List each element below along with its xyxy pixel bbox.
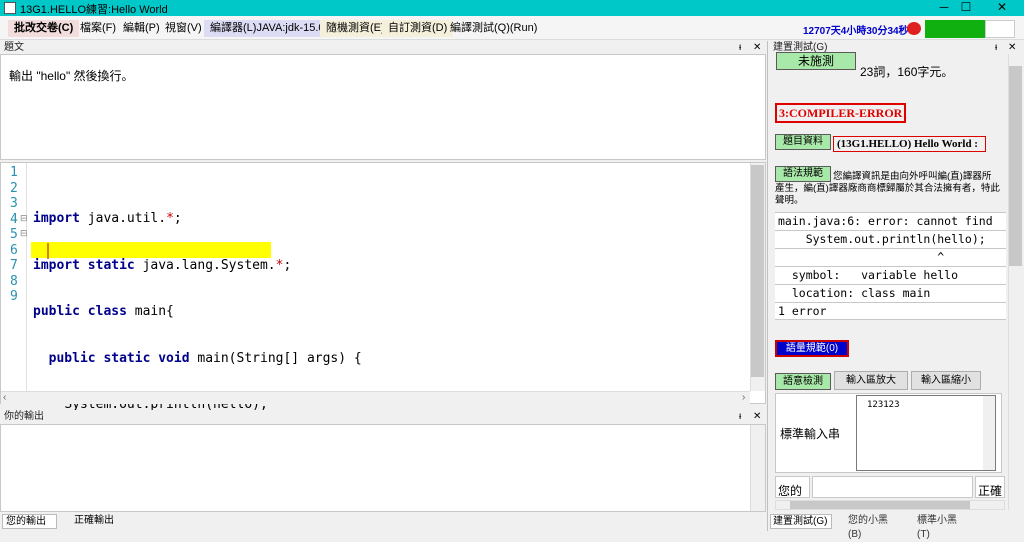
code-text: main(String[] args) { xyxy=(189,350,362,366)
scroll-left-icon[interactable]: ‹ xyxy=(3,392,6,403)
tab-label: 標準小黑(T) xyxy=(917,515,957,540)
progress-track xyxy=(985,20,1015,38)
red-apple-icon xyxy=(907,22,921,35)
line-number: 5 xyxy=(10,227,18,242)
pin-icon[interactable]: ᵼ xyxy=(995,41,997,54)
menu-compile-test[interactable]: 編譯測試(Q)(Run) xyxy=(444,20,543,37)
window-title: 13G1.HELLO練習:Hello World xyxy=(20,4,168,16)
close-icon[interactable]: ✕ xyxy=(1008,41,1016,54)
line-numbers: 1 2 3 4 5 6 7 8 9 xyxy=(10,165,18,305)
code-text: * xyxy=(166,211,174,226)
semantic-check-button[interactable]: 語意檢測 xyxy=(775,373,831,390)
error-line: 1 error xyxy=(775,302,1006,320)
scroll-thumb[interactable] xyxy=(1009,66,1022,266)
gutter-divider xyxy=(26,163,27,391)
error-line: main.java:6: error: cannot find xyxy=(775,212,1006,230)
code-line-3: import static java.lang.System.*; xyxy=(33,258,362,274)
stdin-scrollbar[interactable] xyxy=(983,396,995,470)
tab-build-test[interactable]: 建置測試(G) xyxy=(770,514,832,529)
output-panel-header: 你的輸出 xyxy=(0,410,766,423)
code-text: ; xyxy=(173,211,182,226)
tab-correct-output[interactable]: 正確輸出 xyxy=(60,514,115,529)
menu-view[interactable]: 視窗(V) xyxy=(159,20,208,37)
problem-panel-title: 題文 xyxy=(4,42,24,53)
code-text: java.util. xyxy=(79,211,167,226)
menu-bar: 批改交卷(C) 檔案(F) 編輯(P) 視窗(V) 編譯器(L)JAVA:jdk… xyxy=(0,16,1024,40)
fold-icon[interactable]: ⊟ xyxy=(20,228,28,239)
tab-label: 建置測試(G) xyxy=(773,516,828,527)
pin-icon[interactable]: ᵼ xyxy=(739,410,741,423)
tab-label: 您的小黑(B) xyxy=(848,515,888,540)
line-number: 3 xyxy=(10,196,18,211)
splitter[interactable] xyxy=(767,41,768,531)
code-line-2: import java.util.*; xyxy=(33,211,362,227)
problem-text: 輸出 "hello" 然後換行。 xyxy=(9,69,134,83)
line-number: 2 xyxy=(10,180,18,196)
shrink-input-button[interactable]: 輸入區縮小 xyxy=(911,371,981,390)
not-tested-button[interactable]: 未施測 xyxy=(776,52,856,70)
output-scrollbar[interactable] xyxy=(750,425,765,511)
word-count: 23詞，160字元。 xyxy=(860,65,954,79)
code-text: java.lang.System. xyxy=(134,257,276,273)
tab-label: 正確輸出 xyxy=(74,515,114,526)
pin-icon[interactable]: ᵼ xyxy=(739,41,741,54)
tab-label: 您的輸出 xyxy=(6,516,46,527)
menu-submit[interactable]: 批改交卷(C) xyxy=(8,20,80,37)
scroll-thumb[interactable] xyxy=(751,165,764,377)
app-icon xyxy=(4,2,16,14)
tab-your-console[interactable]: 您的小黑(B) xyxy=(838,514,900,540)
line-number: 4 xyxy=(10,211,18,227)
output-panel-title: 你的輸出 xyxy=(4,411,44,422)
scroll-thumb[interactable] xyxy=(790,501,970,509)
error-line: symbol: variable hello xyxy=(775,266,1006,284)
tab-your-output[interactable]: 您的輸出 xyxy=(2,514,57,529)
line-number: 6 xyxy=(10,242,18,258)
menu-file[interactable]: 檔案(F) xyxy=(74,20,122,37)
problem-text-area: 輸出 "hello" 然後換行。 xyxy=(0,54,766,160)
error-line: location: class main xyxy=(775,284,1006,302)
scroll-right-icon[interactable]: › xyxy=(742,392,745,403)
correct-output-label: 正確 xyxy=(975,476,1005,498)
menu-random-data[interactable]: 隨機測資(E) xyxy=(320,20,391,37)
line-number: 7 xyxy=(10,258,18,273)
code-line-4: public class main{ xyxy=(33,304,362,320)
stdin-value: 123123 xyxy=(867,400,900,410)
problem-name: (13G1.HELLO) Hello World : xyxy=(833,136,986,152)
compiler-note: 您編譯資訊是由向外呼叫編(直)譯器所產生，編(直)譯器廠商商標歸屬於其合法擁有者… xyxy=(775,171,1000,206)
code-line-5: public static void main(String[] args) { xyxy=(33,351,362,367)
problem-data-button[interactable]: 題目資料 xyxy=(775,134,831,150)
spec-count-button[interactable]: 語量規範(0) xyxy=(775,340,849,357)
close-window-button[interactable]: ✕ xyxy=(980,0,1024,16)
fold-icon[interactable]: ⊟ xyxy=(20,213,28,224)
keyword: import static xyxy=(33,257,135,273)
your-output-label: 您的 xyxy=(775,476,810,498)
line-number: 8 xyxy=(10,273,18,289)
progress-bar xyxy=(925,20,985,38)
code-text: main{ xyxy=(126,304,174,319)
stdin-label: 標準輸入串 xyxy=(780,427,841,441)
compare-your-output[interactable] xyxy=(812,476,973,498)
timer: 12707天4小時30分34秒 xyxy=(803,26,909,37)
line-number: 1 xyxy=(10,165,18,180)
keyword: public class xyxy=(33,304,127,319)
error-line: ^ xyxy=(775,248,1006,266)
enlarge-input-button[interactable]: 輸入區放大 xyxy=(834,371,908,390)
stdin-input[interactable]: 123123 xyxy=(856,395,996,471)
close-icon[interactable]: ✕ xyxy=(753,410,761,423)
problem-panel-header: 題文 xyxy=(0,41,766,54)
status-badge: 3:COMPILER-ERROR xyxy=(775,103,907,123)
title-bar: 13G1.HELLO練習:Hello World ─ ☐ ✕ xyxy=(0,0,1024,16)
editor-horizontal-scrollbar[interactable] xyxy=(1,391,750,404)
menu-custom-data[interactable]: 自訂測資(D) xyxy=(382,20,454,37)
tab-standard-console[interactable]: 標準小黑(T) xyxy=(903,514,969,540)
keyword: import xyxy=(33,211,80,226)
output-area[interactable] xyxy=(0,424,766,512)
error-line: System.out.println(hello); xyxy=(775,230,1006,248)
keyword: public static void xyxy=(48,350,190,366)
code-text: ; xyxy=(283,257,292,273)
line-number: 9 xyxy=(10,289,18,304)
close-icon[interactable]: ✕ xyxy=(753,41,761,54)
